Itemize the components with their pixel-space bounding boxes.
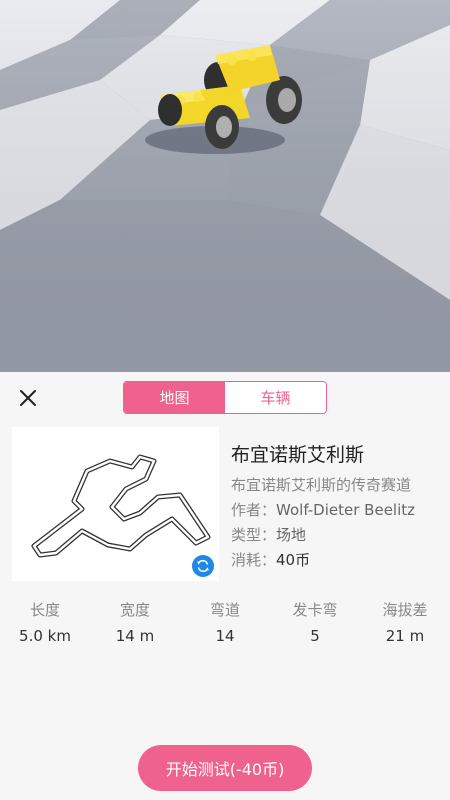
stat-label: 弯道 — [209, 601, 240, 619]
stat-label: 长度 — [29, 601, 60, 619]
stat-value: 21 m — [385, 627, 425, 645]
refresh-icon — [197, 559, 209, 573]
track-author: 作者：Wolf-Dieter Beelitz — [231, 500, 446, 520]
stat-length: 长度 5.0 km — [0, 600, 90, 646]
stat-value: 14 — [215, 627, 235, 645]
stat-value: 5.0 km — [19, 627, 71, 645]
segmented-control: 地图 车辆 — [123, 381, 327, 414]
close-button[interactable] — [14, 384, 42, 412]
track-info-sheet: 地图 车辆 布宜诺斯艾利斯 布宜诺斯艾利斯的传奇赛道 作者：Wolf-Diete… — [0, 372, 450, 800]
track-description: 布宜诺斯艾利斯的传奇赛道 — [231, 476, 412, 494]
stat-hairpins: 发卡弯 5 — [270, 600, 360, 646]
track-details: 布宜诺斯艾利斯 布宜诺斯艾利斯的传奇赛道 作者：Wolf-Dieter Beel… — [231, 442, 446, 570]
cost-value: 40币 — [276, 551, 311, 569]
stat-value: 5 — [310, 627, 320, 645]
type-value: 场地 — [276, 526, 307, 544]
tab-map[interactable]: 地图 — [124, 382, 225, 413]
close-icon — [20, 390, 36, 406]
vehicle-3d-preview[interactable] — [0, 0, 450, 372]
stat-corners: 弯道 14 — [180, 600, 270, 646]
start-test-button[interactable]: 开始测试(-40币) — [138, 745, 312, 791]
tab-vehicle[interactable]: 车辆 — [225, 382, 326, 413]
stat-width: 宽度 14 m — [90, 600, 180, 646]
refresh-button[interactable] — [192, 555, 214, 577]
track-cost: 消耗：40币 — [231, 550, 446, 570]
type-label: 类型： — [231, 526, 277, 544]
stat-label: 发卡弯 — [292, 601, 338, 619]
stat-label: 海拔差 — [382, 601, 428, 619]
track-name: 布宜诺斯艾利斯 — [231, 444, 365, 466]
track-stats: 长度 5.0 km 宽度 14 m 弯道 14 发卡弯 5 海拔差 21 m — [0, 600, 450, 646]
author-value: Wolf-Dieter Beelitz — [276, 501, 416, 519]
stat-label: 宽度 — [119, 601, 150, 619]
track-outline — [31, 454, 211, 558]
stat-elevation: 海拔差 21 m — [360, 600, 450, 646]
author-label: 作者： — [231, 501, 277, 519]
track-map-preview — [12, 427, 219, 581]
track-type: 类型：场地 — [231, 525, 446, 545]
cost-label: 消耗： — [231, 551, 277, 569]
stat-value: 14 m — [115, 627, 155, 645]
checkered-floor — [0, 0, 450, 372]
